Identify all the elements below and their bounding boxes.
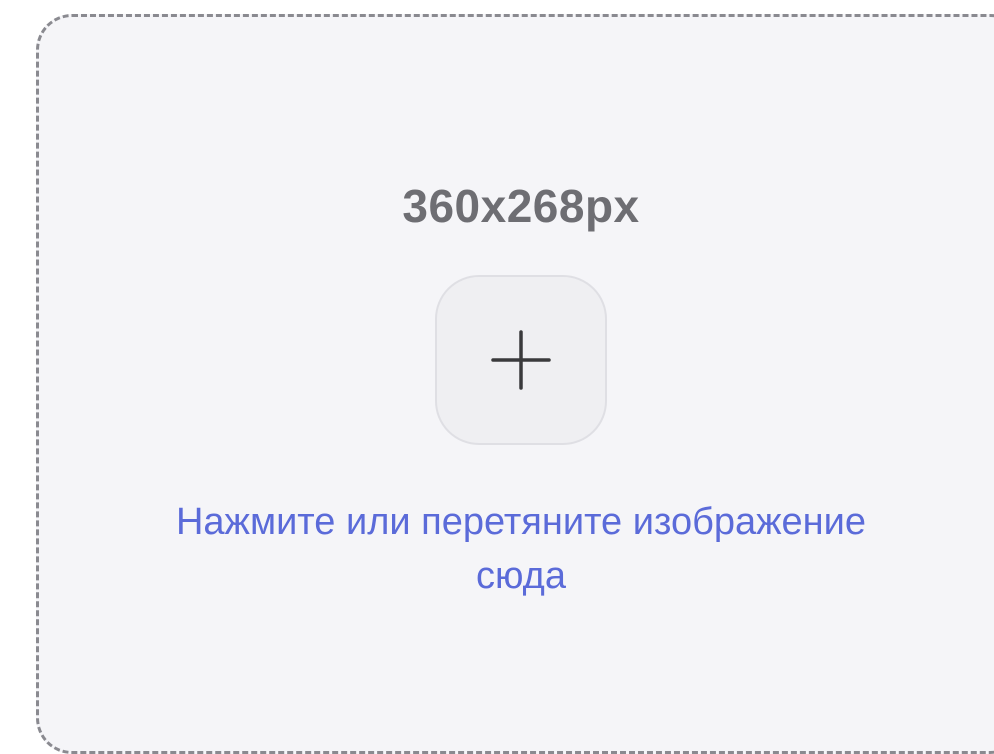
upload-hint[interactable]: Нажмите или перетяните изображение сюда bbox=[39, 495, 994, 603]
image-dropzone[interactable]: 360x268px Нажмите или перетяните изображ… bbox=[36, 14, 994, 754]
upload-hint-line2[interactable]: сюда bbox=[39, 549, 994, 603]
upload-hint-line1[interactable]: Нажмите или перетяните изображение bbox=[39, 495, 994, 549]
image-size-label: 360x268px bbox=[402, 180, 640, 232]
plus-icon bbox=[489, 328, 553, 392]
add-image-button[interactable] bbox=[435, 275, 607, 445]
